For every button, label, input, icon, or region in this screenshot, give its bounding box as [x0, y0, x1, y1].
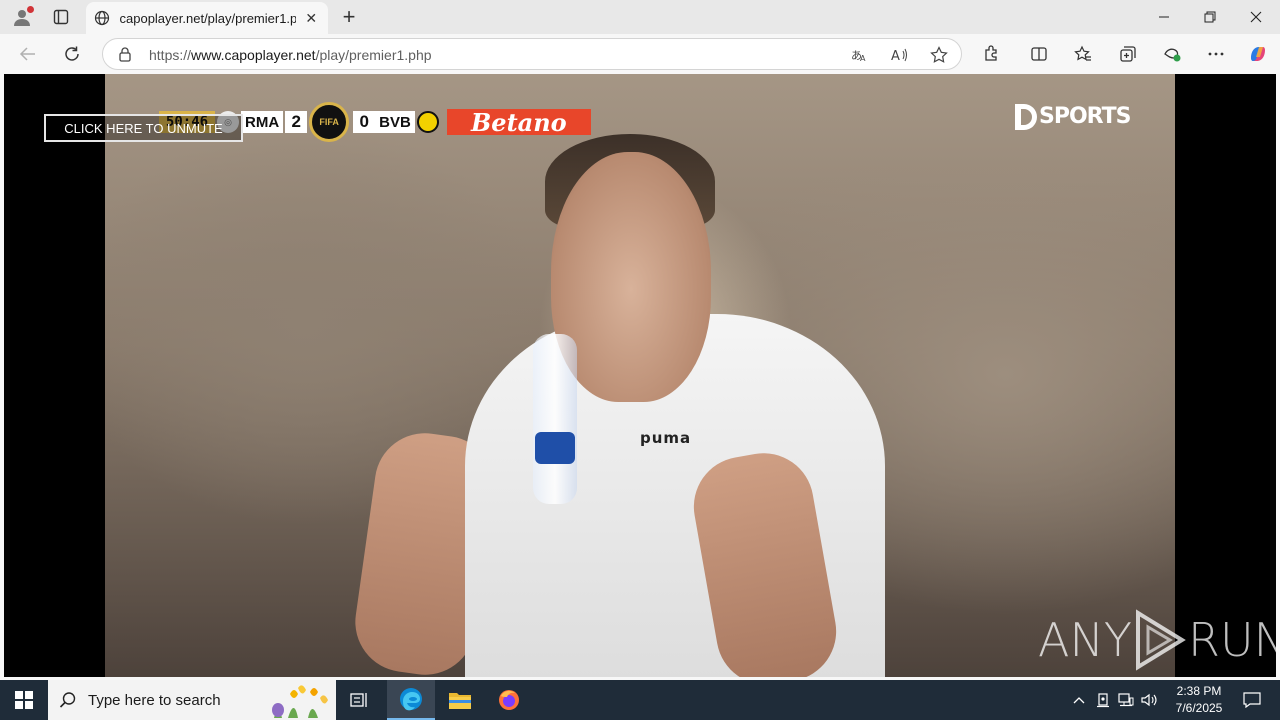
- copilot-icon[interactable]: [1243, 40, 1273, 68]
- tab-bar: capoplayer.net/play/premier1.php ✕ +: [0, 0, 1280, 34]
- lock-icon[interactable]: [117, 46, 133, 62]
- close-window-button[interactable]: [1233, 0, 1279, 34]
- search-placeholder: Type here to search: [88, 691, 221, 709]
- notification-center-icon[interactable]: [1232, 680, 1272, 720]
- browser-essentials-icon[interactable]: [1157, 40, 1187, 68]
- globe-icon: [94, 9, 112, 27]
- new-tab-button[interactable]: +: [336, 4, 362, 29]
- minimize-button[interactable]: [1141, 0, 1187, 34]
- file-explorer-icon[interactable]: [436, 680, 484, 720]
- edge-taskbar-icon[interactable]: [387, 680, 435, 720]
- tab-close-icon[interactable]: ✕: [302, 9, 320, 27]
- video-player[interactable]: puma 50:46 ◎ RMA 2 FIFA 0 BVB Betano SPO…: [105, 74, 1175, 677]
- show-hidden-icons-chevron-icon[interactable]: [1068, 680, 1090, 720]
- page-content: puma 50:46 ◎ RMA 2 FIFA 0 BVB Betano SPO…: [4, 74, 1276, 677]
- profile-icon[interactable]: [8, 5, 36, 29]
- refresh-icon[interactable]: [57, 40, 87, 68]
- ethernet-icon[interactable]: [1115, 680, 1137, 720]
- bottle-label: [535, 432, 575, 464]
- away-score: 0: [353, 111, 376, 133]
- collections-icon[interactable]: [1113, 40, 1143, 68]
- profile-alert-dot: [27, 6, 34, 13]
- volume-icon[interactable]: [1139, 680, 1161, 720]
- tab-actions-icon[interactable]: [48, 5, 74, 29]
- network-status-icon[interactable]: [1092, 680, 1114, 720]
- tournament-badge: FIFA: [309, 102, 350, 142]
- more-options-icon[interactable]: [1201, 40, 1231, 68]
- split-screen-icon[interactable]: [1024, 40, 1054, 68]
- home-team: RMA: [241, 111, 284, 133]
- tab-title: capoplayer.net/play/premier1.php: [119, 10, 297, 26]
- broadcaster-d-icon: [1015, 104, 1037, 130]
- jersey-brand: puma: [640, 429, 692, 447]
- system-clock[interactable]: 2:38 PM 7/6/2025: [1160, 683, 1238, 717]
- back-arrow-icon[interactable]: [13, 40, 43, 68]
- taskbar: Type here to search 2:38 PM 7/6/2025: [0, 680, 1280, 720]
- extensions-icon[interactable]: [976, 40, 1006, 68]
- active-tab[interactable]: capoplayer.net/play/premier1.php ✕: [86, 2, 328, 34]
- clock-time: 2:38 PM: [1176, 684, 1222, 698]
- taskbar-search-box[interactable]: Type here to search: [48, 680, 336, 720]
- broadcaster-logo: SPORTS: [1015, 104, 1131, 130]
- unmute-button[interactable]: CLICK HERE TO UNMUTE: [44, 114, 243, 142]
- favorites-icon[interactable]: [1068, 40, 1098, 68]
- clock-date: 7/6/2025: [1175, 701, 1223, 715]
- anyrun-watermark: ANY RUN: [1038, 608, 1276, 672]
- address-bar[interactable]: https://www.capoplayer.net/play/premier1…: [102, 38, 962, 70]
- windows-start-icon[interactable]: [0, 680, 48, 720]
- firefox-icon[interactable]: [485, 680, 533, 720]
- url-text: https://www.capoplayer.net/play/premier1…: [149, 47, 432, 63]
- tulips-icon: [272, 685, 328, 718]
- translate-icon[interactable]: あA: [847, 44, 871, 66]
- read-aloud-icon[interactable]: A: [887, 44, 911, 66]
- home-score: 2: [285, 111, 308, 133]
- sponsor-banner: Betano: [446, 108, 591, 137]
- water-bottle: [533, 334, 577, 504]
- search-icon: [48, 680, 88, 720]
- play-triangle-icon: [1135, 609, 1186, 671]
- favorite-star-icon[interactable]: [927, 44, 951, 66]
- svg-text:A: A: [860, 54, 866, 63]
- svg-text:A: A: [891, 49, 900, 64]
- restore-button[interactable]: [1187, 0, 1233, 34]
- away-crest-icon: [416, 111, 439, 133]
- task-view-icon[interactable]: [336, 680, 384, 720]
- away-team: BVB: [375, 111, 415, 133]
- navigation-bar: https://www.capoplayer.net/play/premier1…: [0, 34, 1280, 74]
